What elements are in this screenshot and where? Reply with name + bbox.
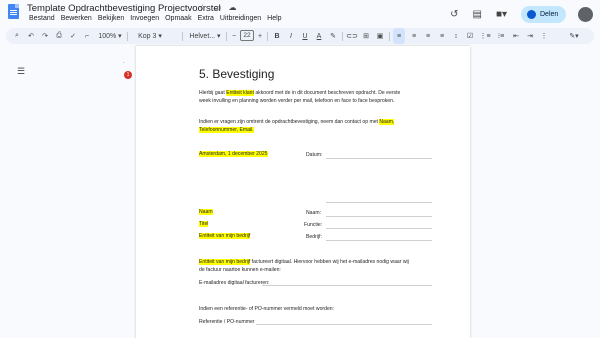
function-line[interactable] (326, 228, 432, 229)
document-outline-icon[interactable]: ☰ (17, 66, 25, 77)
po-text: Indien een referentie- of PO-nummer verm… (199, 306, 335, 312)
print-icon[interactable]: ⎙ (54, 28, 64, 44)
signature-line[interactable] (326, 202, 432, 203)
zoom-select[interactable]: 100% ▾ (96, 28, 124, 44)
indent-decrease-icon[interactable]: ⇤ (511, 28, 521, 44)
invoice-line-2: de factuur naartoe kunnen e-mailen: (199, 267, 281, 273)
menu-help[interactable]: Help (264, 15, 284, 22)
page-heading: 5. Bevestiging (199, 67, 275, 81)
comment-icon[interactable]: ⊞ (361, 28, 371, 44)
star-icon[interactable]: ☆ (198, 3, 207, 12)
highlight-my-company: Entiteit van mijn bedrijf (199, 259, 251, 265)
company-line[interactable] (326, 240, 432, 241)
date-value: Amsterdam, 1 december 2025 (199, 151, 268, 157)
contact-line-2: Telefoonnummer, Email. (199, 126, 254, 134)
left-title: Titel (199, 221, 209, 227)
right-name-label: Naam: (306, 210, 322, 216)
docs-logo-icon[interactable] (8, 4, 19, 19)
menu-uitbreidingen[interactable]: Uitbreidingen (217, 15, 264, 22)
right-function-label: Functie: (304, 222, 323, 228)
highlight-entity-client: Entiteit klant (226, 90, 254, 96)
image-icon[interactable]: ▣ (375, 28, 385, 44)
numbered-list-icon[interactable]: ⁝≡ (495, 28, 507, 44)
zoom-value: 100% (98, 32, 117, 40)
undo-icon[interactable]: ↶ (26, 28, 36, 44)
ruler-tick: · (123, 60, 125, 66)
comments-icon[interactable]: ▤ (472, 9, 481, 20)
po-label: Referentie / PO-nummer (199, 319, 255, 325)
globe-icon (527, 9, 536, 19)
indent-increase-icon[interactable]: ⇥ (525, 28, 535, 44)
document-page[interactable]: 5. Bevestiging Hierbij gaat Entiteit kla… (136, 46, 470, 338)
more-icon[interactable]: ⋮ (539, 28, 549, 44)
spellcheck-icon[interactable]: ✓ (68, 28, 78, 44)
date-label: Datum: (306, 152, 323, 158)
share-button[interactable]: Delen (521, 5, 566, 23)
increase-font-size-icon[interactable]: + (256, 28, 264, 44)
history-icon[interactable]: ↺ (450, 9, 458, 20)
date-signature-line[interactable] (326, 158, 432, 159)
intro-line-1: Hierbij gaat Entiteit klant akkoord met … (199, 90, 401, 96)
bold-button[interactable]: B (272, 28, 282, 44)
decrease-font-size-icon[interactable]: − (230, 28, 238, 44)
menu-extra[interactable]: Extra (195, 15, 217, 22)
ruler-marker[interactable]: 1 (124, 71, 132, 79)
redo-icon[interactable]: ↷ (40, 28, 50, 44)
highlight-icon[interactable]: ✎ (328, 28, 338, 44)
invoice-line-1: Entiteit van mijn bedrijf factureert dig… (199, 259, 409, 265)
contact-line-1: Indien er vragen zijn omtrent de opdrach… (199, 119, 395, 125)
editing-mode-icon[interactable]: ✎▾ (566, 28, 582, 44)
underline-button[interactable]: U (300, 28, 310, 44)
menu-bar: Bestand Bewerken Bekijken Invoegen Opmaa… (26, 15, 285, 22)
email-label: E-mailadres digitaal factureren: (199, 280, 270, 286)
font-select[interactable]: Helvet... ▾ (187, 28, 223, 44)
title-bar: Template Opdrachtbevestiging Projectvoor… (0, 0, 600, 27)
menu-opmaak[interactable]: Opmaak (162, 15, 194, 22)
menu-bewerken[interactable]: Bewerken (58, 15, 95, 22)
menu-bekijken[interactable]: Bekijken (95, 15, 127, 22)
paint-format-icon[interactable]: ⌐ (82, 28, 92, 44)
italic-button[interactable]: I (286, 28, 296, 44)
left-name: Naam (199, 209, 213, 215)
bulleted-list-icon[interactable]: ⋮≡ (479, 28, 491, 44)
font-size-input[interactable]: 22 (240, 30, 254, 41)
menu-invoegen[interactable]: Invoegen (127, 15, 162, 22)
cloud-saved-icon[interactable]: ☁ (228, 3, 237, 12)
search-menus-icon[interactable]: ⌕ (12, 28, 22, 44)
style-select[interactable]: Kop 3 ▾ (132, 28, 168, 44)
link-icon[interactable]: ⊂⊃ (346, 28, 358, 44)
align-left-icon[interactable]: ≡ (393, 28, 405, 44)
align-center-icon[interactable]: ≡ (409, 28, 419, 44)
name-line[interactable] (326, 216, 432, 217)
menu-bestand[interactable]: Bestand (26, 15, 58, 22)
font-value: Helvet... (189, 32, 216, 40)
toolbar: ⌕ ↶ ↷ ⎙ ✓ ⌐ 100% ▾ Kop 3 ▾ Helvet... ▾ −… (6, 28, 594, 44)
intro-line-2: week invulling en planning worden verder… (199, 98, 395, 104)
meet-icon[interactable]: ■▾ (496, 9, 507, 20)
share-label: Delen (540, 10, 559, 18)
email-line[interactable] (262, 285, 432, 286)
document-title[interactable]: Template Opdrachtbevestiging Projectvoor… (27, 3, 221, 14)
align-right-icon[interactable]: ≡ (423, 28, 433, 44)
left-company: Entiteit van mijn bedrijf (199, 233, 251, 239)
right-company-label: Bedrijf: (306, 234, 322, 240)
move-folder-icon[interactable]: ▭ (213, 3, 222, 12)
text-color-button[interactable]: A (314, 28, 324, 44)
vertical-ruler: · 1 (121, 60, 132, 338)
highlight-contact-details: Telefoonnummer, Email. (199, 127, 254, 133)
highlight-contact-name: Naam, (379, 119, 395, 125)
line-spacing-icon[interactable]: ↕ (451, 28, 461, 44)
avatar[interactable] (578, 6, 593, 22)
style-value: Kop 3 (138, 32, 157, 40)
align-justify-icon[interactable]: ≡ (437, 28, 447, 44)
po-line[interactable] (256, 324, 432, 325)
checklist-icon[interactable]: ☑ (465, 28, 475, 44)
